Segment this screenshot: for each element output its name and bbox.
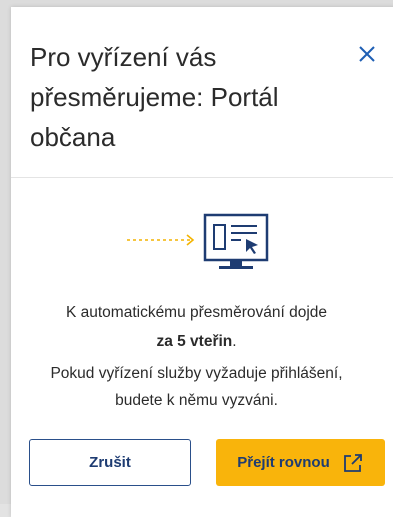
countdown-suffix: . <box>232 333 237 350</box>
login-note-line1: Pokud vyřízení služby vyžaduje přihlášen… <box>50 365 343 382</box>
external-link-icon <box>342 452 364 474</box>
dialog-title: Pro vyřízení vás přesměrujeme: Portál ob… <box>30 42 279 152</box>
close-icon[interactable] <box>356 43 378 65</box>
countdown-message: za 5 vteřin. <box>0 333 393 351</box>
countdown-text: za 5 vteřin <box>156 333 233 350</box>
dialog-header: Pro vyřízení vás přesměrujeme: Portál ob… <box>11 7 393 178</box>
go-directly-button[interactable]: Přejít rovnou <box>216 439 385 486</box>
login-note-line2: budete k němu vyzváni. <box>115 392 278 409</box>
redirect-message: K automatickému přesměrování dojde <box>65 304 328 321</box>
monitor-redirect-icon <box>117 212 277 274</box>
go-button-label: Přejít rovnou <box>237 454 330 471</box>
cancel-button[interactable]: Zrušit <box>29 439 191 486</box>
cancel-button-label: Zrušit <box>89 454 131 471</box>
